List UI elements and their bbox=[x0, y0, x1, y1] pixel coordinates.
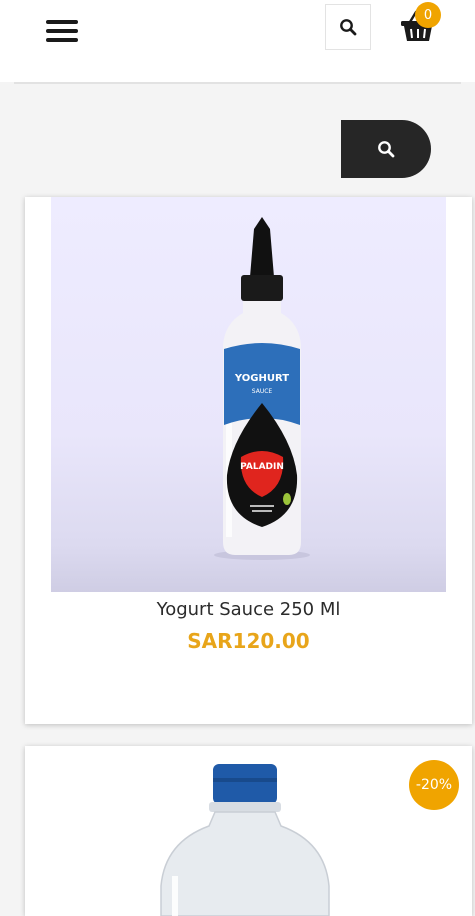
hamburger-menu-icon[interactable] bbox=[46, 20, 78, 42]
product-name[interactable]: Yogurt Sauce 250 Ml bbox=[25, 599, 472, 620]
sauce-bottle-image: YOGHURT SAUCE PALADIN bbox=[214, 217, 310, 560]
search-icon bbox=[340, 19, 357, 36]
bottle-brand: PALADIN bbox=[240, 462, 284, 472]
discount-badge: -20% bbox=[409, 760, 459, 810]
header-bar: 0 bbox=[0, 0, 475, 82]
product-card[interactable]: -20% bbox=[25, 746, 472, 916]
water-bottle-image[interactable] bbox=[25, 746, 472, 916]
product-card[interactable]: YOGHURT SAUCE PALADIN Yogurt Sauce 250 M… bbox=[25, 197, 472, 724]
bottle-label-top: YOGHURT bbox=[234, 373, 289, 384]
search-toggle-button[interactable] bbox=[341, 120, 431, 178]
header-search-button[interactable] bbox=[325, 4, 371, 50]
bottle-label-sub: SAUCE bbox=[252, 388, 273, 395]
product-image[interactable]: YOGHURT SAUCE PALADIN bbox=[51, 197, 446, 592]
cart-count-badge: 0 bbox=[415, 2, 441, 28]
product-price: SAR120.00 bbox=[187, 629, 310, 653]
search-icon bbox=[378, 141, 395, 158]
header-divider bbox=[14, 82, 461, 84]
